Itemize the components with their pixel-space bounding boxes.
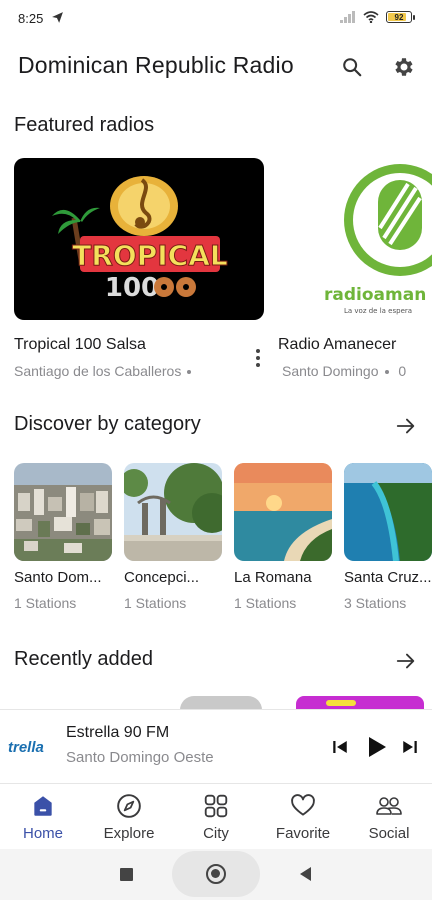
nav-label: Social xyxy=(368,825,410,842)
nav-city[interactable]: City xyxy=(173,792,259,848)
recent-card-peek[interactable] xyxy=(180,696,262,710)
recent-section-title: Recently added xyxy=(14,648,153,670)
status-bar: 8:25 92 xyxy=(0,0,432,36)
compass-icon xyxy=(115,792,143,820)
tropical-logo-image: TROPICAL 100 xyxy=(14,158,264,320)
search-button[interactable] xyxy=(336,51,368,83)
signal-icon xyxy=(340,11,355,23)
mini-player[interactable]: trella Estrella 90 FM Santo Domingo Oest… xyxy=(0,709,432,783)
amanecer-logo-text: radioaman xyxy=(324,285,426,305)
category-card-la-romana[interactable]: La Romana 1 Stations xyxy=(234,463,332,611)
heart-icon xyxy=(289,792,317,820)
player-station-location: Santo Domingo Oeste xyxy=(66,749,214,766)
category-name: Santa Cruz... xyxy=(344,569,432,586)
amanecer-logo: radioaman La voz de la espera xyxy=(324,164,432,315)
station-logo: trella xyxy=(8,734,58,760)
featured-card-amanecer[interactable]: radioaman La voz de la espera Radio Aman… xyxy=(278,158,432,379)
skip-previous-icon xyxy=(333,741,347,753)
previous-button[interactable] xyxy=(326,730,354,764)
status-icons: 92 xyxy=(340,11,415,23)
nav-home[interactable]: Home xyxy=(0,792,86,848)
player-station-name: Estrella 90 FM xyxy=(66,724,170,741)
nav-label: Home xyxy=(22,825,63,842)
app-bar: Dominican Republic Radio xyxy=(0,44,432,90)
category-card-santa-cruz[interactable]: Santa Cruz... 3 Stations xyxy=(344,463,432,611)
grid-icon xyxy=(202,792,230,820)
arrow-right-icon xyxy=(396,653,415,669)
wifi-icon xyxy=(363,11,379,23)
category-card-santo-domingo[interactable]: Santo Dom... 1 Stations xyxy=(14,463,112,611)
category-count: 3 Stations xyxy=(344,595,407,611)
play-icon xyxy=(369,737,386,757)
tropical-logo-sub: 100 xyxy=(105,273,159,303)
more-dot xyxy=(256,349,260,353)
featured-location: Santo Domingo 0 xyxy=(282,363,407,379)
gear-icon xyxy=(395,58,413,76)
nav-label: Favorite xyxy=(275,825,331,842)
santo-domingo-photo xyxy=(14,463,112,561)
search-icon xyxy=(343,58,362,77)
concepcion-photo xyxy=(124,463,222,561)
people-icon xyxy=(375,792,403,820)
category-count: 1 Stations xyxy=(124,595,187,611)
station-logo-text: trella xyxy=(8,738,44,756)
play-button[interactable] xyxy=(360,730,392,764)
home-system-button[interactable] xyxy=(172,851,260,897)
bottom-navigation: Home Explore City Favorite Social xyxy=(0,783,432,849)
featured-section-title: Featured radios xyxy=(14,114,155,136)
nav-label: Explore xyxy=(103,825,155,842)
amanecer-logo-image: radioaman La voz de la espera xyxy=(278,158,432,320)
featured-name: Tropical 100 Salsa xyxy=(14,336,146,353)
featured-card-tropical[interactable]: TROPICAL 100 Tropical 100 Salsa Santiago… xyxy=(14,158,264,379)
next-button[interactable] xyxy=(396,730,424,764)
nav-favorite[interactable]: Favorite xyxy=(260,792,346,848)
send-icon xyxy=(52,12,63,23)
home-circle-icon xyxy=(206,864,226,884)
category-count: 1 Stations xyxy=(14,595,77,611)
featured-location: Santiago de los Caballeros xyxy=(14,363,192,379)
battery-icon: 92 xyxy=(386,11,415,23)
nav-label: City xyxy=(203,825,229,842)
tropical-logo: TROPICAL 100 xyxy=(52,176,228,303)
nav-social[interactable]: Social xyxy=(346,792,432,848)
category-name: Concepci... xyxy=(124,569,200,586)
recent-see-all-button[interactable] xyxy=(392,647,420,675)
category-section-title: Discover by category xyxy=(14,413,201,435)
category-card-concepcion[interactable]: Concepci... 1 Stations xyxy=(124,463,222,611)
more-dot xyxy=(256,363,260,367)
nav-explore[interactable]: Explore xyxy=(86,792,172,848)
recent-card-peek[interactable] xyxy=(296,696,424,710)
system-navigation-bar xyxy=(0,849,432,900)
home-icon xyxy=(29,792,57,820)
la-romana-photo xyxy=(234,463,332,561)
category-see-all-button[interactable] xyxy=(392,412,420,440)
battery-level: 92 xyxy=(394,12,404,22)
back-button[interactable] xyxy=(300,867,311,881)
recents-button[interactable] xyxy=(120,868,133,881)
status-time: 8:25 xyxy=(18,11,44,26)
settings-button[interactable] xyxy=(388,51,420,83)
app-title: Dominican Republic Radio xyxy=(18,52,294,78)
santa-cruz-photo xyxy=(344,463,432,561)
category-name: Santo Dom... xyxy=(14,569,102,586)
category-count: 1 Stations xyxy=(234,595,297,611)
more-options-button[interactable] xyxy=(250,346,266,370)
tropical-logo-text: TROPICAL xyxy=(72,239,228,272)
featured-name: Radio Amanecer xyxy=(278,336,397,353)
more-dot xyxy=(256,356,260,360)
skip-next-icon xyxy=(403,741,417,753)
arrow-right-icon xyxy=(396,418,415,434)
amanecer-logo-sub: La voz de la espera xyxy=(344,307,412,315)
category-name: La Romana xyxy=(234,569,312,586)
